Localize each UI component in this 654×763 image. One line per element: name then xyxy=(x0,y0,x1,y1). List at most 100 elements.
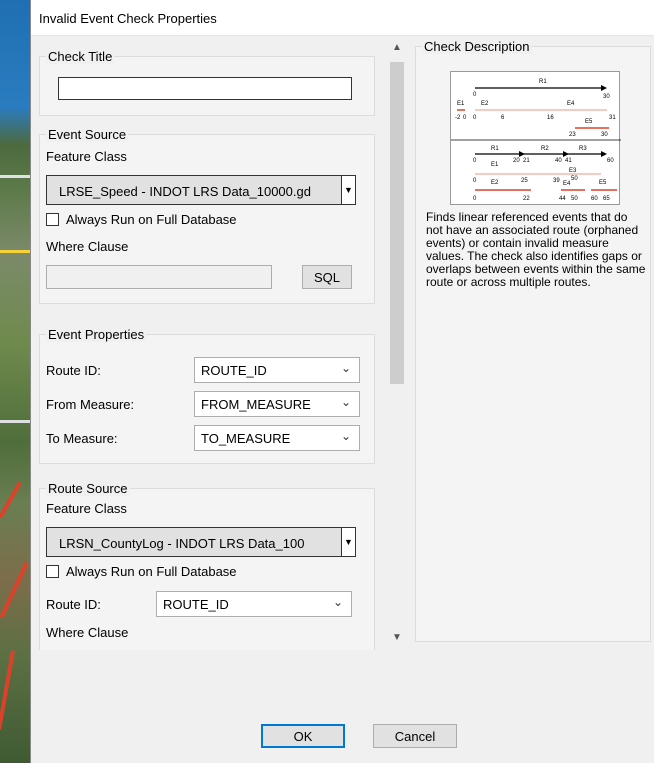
dialog-title: Invalid Event Check Properties xyxy=(39,11,217,26)
route-id-label: Route ID: xyxy=(46,363,101,378)
diagram-tick: 30 xyxy=(601,132,608,138)
to-measure-value: TO_MEASURE xyxy=(201,431,291,446)
map-road xyxy=(0,175,30,178)
route-source-group: Route Source Feature Class LRSN_CountyLo… xyxy=(39,481,375,650)
check-description-legend: Check Description xyxy=(422,39,532,54)
from-measure-select[interactable]: FROM_MEASURE ⌄ xyxy=(194,391,360,417)
route-always-run-label[interactable]: Always Run on Full Database xyxy=(66,564,237,579)
event-feature-class-label: Feature Class xyxy=(46,149,127,164)
route-always-run-checkbox[interactable] xyxy=(46,565,59,578)
ok-button[interactable]: OK xyxy=(261,724,345,748)
to-measure-label: To Measure: xyxy=(46,431,118,446)
diagram-label-e5: E5 xyxy=(599,180,607,186)
diagram-tick: 23 xyxy=(569,132,576,138)
event-where-clause-label: Where Clause xyxy=(46,239,129,254)
diagram-tick: 25 xyxy=(521,178,528,184)
diagram-tick: 16 xyxy=(547,115,554,121)
route-source-route-id-value: ROUTE_ID xyxy=(163,597,229,612)
event-properties-group: Event Properties Route ID: ROUTE_ID ⌄ Fr… xyxy=(39,327,375,464)
sql-button[interactable]: SQL xyxy=(302,265,352,289)
event-where-clause-input[interactable] xyxy=(46,265,272,289)
event-always-run-checkbox[interactable] xyxy=(46,213,59,226)
linear-events-diagram: R1 0 30 E1 E2 E4 -2 0 0 6 16 E5 23 30 31 xyxy=(450,71,621,205)
map-event-line xyxy=(0,481,22,519)
route-feature-class-select[interactable]: LRSN_CountyLog - INDOT LRS Data_100 ▼ xyxy=(46,527,356,557)
check-title-legend: Check Title xyxy=(46,49,115,64)
chevron-down-icon: ⌄ xyxy=(340,361,351,375)
diagram-label-e5: E5 xyxy=(585,119,593,125)
event-source-legend: Event Source xyxy=(46,127,129,142)
properties-panel[interactable]: Check Title Event Source Feature Class L… xyxy=(31,36,389,650)
diagram-tick: 30 xyxy=(603,94,610,100)
diagram-tick: 0 xyxy=(473,158,477,164)
diagram-tick: 44 xyxy=(559,196,566,202)
route-id-value: ROUTE_ID xyxy=(201,363,267,378)
diagram-label-r1: R1 xyxy=(539,79,547,85)
from-measure-label: From Measure: xyxy=(46,397,135,412)
map-road xyxy=(0,420,30,423)
scroll-up-icon[interactable]: ▲ xyxy=(392,42,402,53)
route-source-route-id-select[interactable]: ROUTE_ID ⌄ xyxy=(156,591,352,617)
diagram-tick: 21 xyxy=(523,158,530,164)
map-background xyxy=(0,0,30,763)
chevron-down-icon: ⌄ xyxy=(332,595,343,609)
diagram-tick: 40 xyxy=(555,158,562,164)
route-where-clause-label: Where Clause xyxy=(46,625,129,640)
chevron-down-icon: ⌄ xyxy=(340,395,351,409)
event-source-group: Event Source Feature Class LRSE_Speed - … xyxy=(39,127,375,304)
from-measure-value: FROM_MEASURE xyxy=(201,397,311,412)
diagram-label-e2: E2 xyxy=(491,180,499,186)
check-title-input[interactable] xyxy=(58,77,352,100)
to-measure-select[interactable]: TO_MEASURE ⌄ xyxy=(194,425,360,451)
diagram-label-e4: E4 xyxy=(563,181,571,187)
event-always-run-label[interactable]: Always Run on Full Database xyxy=(66,212,237,227)
route-source-route-id-label: Route ID: xyxy=(46,597,101,612)
diagram-tick: 0 xyxy=(473,115,477,121)
diagram-tick: 0 xyxy=(463,115,467,121)
map-road xyxy=(0,250,30,253)
check-description-text: Finds linear referenced events that do n… xyxy=(426,210,646,289)
diagram-tick: 31 xyxy=(609,115,616,121)
diagram-label-e1: E1 xyxy=(491,162,499,168)
check-description-group: Check Description R1 0 30 E1 E2 E4 -2 0 … xyxy=(415,39,651,642)
diagram-tick: 50 xyxy=(571,196,578,202)
diagram-label-r1: R1 xyxy=(491,146,499,152)
event-feature-class-select[interactable]: LRSE_Speed - INDOT LRS Data_10000.gd ▼ xyxy=(46,175,356,205)
diagram-tick: 0 xyxy=(473,92,477,98)
diagram-tick: 60 xyxy=(607,158,614,164)
diagram-tick: 0 xyxy=(473,196,477,202)
dropdown-arrow-icon[interactable]: ▼ xyxy=(341,528,355,556)
cancel-button[interactable]: Cancel xyxy=(373,724,457,748)
route-feature-class-label: Feature Class xyxy=(46,501,127,516)
diagram-tick: 39 xyxy=(553,178,560,184)
route-feature-class-value: LRSN_CountyLog - INDOT LRS Data_100 xyxy=(59,536,305,551)
diagram-tick: -2 xyxy=(455,115,461,121)
event-feature-class-value: LRSE_Speed - INDOT LRS Data_10000.gd xyxy=(59,184,311,199)
diagram-label-e4: E4 xyxy=(567,101,575,107)
route-source-legend: Route Source xyxy=(46,481,130,496)
diagram-label-e3: E3 xyxy=(569,168,577,174)
diagram-tick: 50 xyxy=(571,176,578,182)
title-bar[interactable]: Invalid Event Check Properties xyxy=(31,0,654,36)
scroll-down-icon[interactable]: ▼ xyxy=(392,632,402,643)
map-event-line xyxy=(0,650,15,730)
diagram-tick: 41 xyxy=(565,158,572,164)
diagram-tick: 6 xyxy=(501,115,505,121)
properties-scrollbar[interactable]: ▲ ▼ xyxy=(389,36,405,650)
diagram-label-r3: R3 xyxy=(579,146,587,152)
invalid-event-check-dialog: Invalid Event Check Properties Check Tit… xyxy=(30,0,654,763)
diagram-tick: 65 xyxy=(603,196,610,202)
route-id-select[interactable]: ROUTE_ID ⌄ xyxy=(194,357,360,383)
dropdown-arrow-icon[interactable]: ▼ xyxy=(341,176,355,204)
diagram-tick: 0 xyxy=(473,178,477,184)
diagram-label-e1: E1 xyxy=(457,101,465,107)
diagram-label-e2: E2 xyxy=(481,101,489,107)
chevron-down-icon: ⌄ xyxy=(340,429,351,443)
diagram-tick: 60 xyxy=(591,196,598,202)
diagram-tick: 20 xyxy=(513,158,520,164)
event-properties-legend: Event Properties xyxy=(46,327,147,342)
diagram-tick: 22 xyxy=(523,196,530,202)
diagram-label-r2: R2 xyxy=(541,146,549,152)
scrollbar-thumb[interactable] xyxy=(390,62,404,384)
map-event-line xyxy=(0,561,29,619)
